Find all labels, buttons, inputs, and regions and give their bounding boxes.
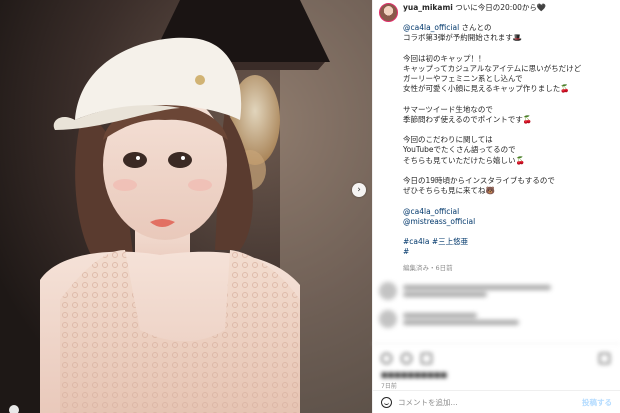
username[interactable]: yua_mikami bbox=[403, 3, 453, 12]
avatar[interactable] bbox=[379, 3, 398, 22]
action-bar bbox=[373, 343, 620, 372]
caption-scroller[interactable]: yua_mikami ついに今日の20:00から🖤 @ca4la_officia… bbox=[373, 0, 620, 391]
mention-link[interactable]: @mistreass_official bbox=[403, 217, 614, 227]
caption-line: YouTubeでたくさん語ってるので bbox=[403, 145, 516, 155]
add-comment-bar: 投稿する bbox=[373, 390, 620, 413]
post-photo: › bbox=[0, 0, 372, 413]
caption-line: そちらも見ていただけたら嬉しい🍒 bbox=[403, 155, 525, 165]
headline-text: ついに今日の20:00から🖤 bbox=[455, 3, 547, 12]
photo-image bbox=[0, 0, 372, 413]
caption-line: 女性が可愛く小顔に見えるキャップ作りました🍒 bbox=[403, 84, 570, 94]
caption-line: ぜひそちらも見に来てね🐻 bbox=[403, 186, 495, 196]
caption-line: サマーツイード生地なので bbox=[403, 104, 493, 114]
caption-line: キャップってカジュアルなアイテムに思いがちだけど bbox=[403, 63, 582, 73]
comment-avatar bbox=[379, 281, 397, 300]
caption-line: 今日の19時頃からインスタライブもするので bbox=[403, 175, 555, 185]
hashtag-extra[interactable]: # bbox=[403, 247, 614, 257]
post-sidebar: yua_mikami ついに今日の20:00から🖤 @ca4la_officia… bbox=[372, 0, 620, 413]
post-date: 7日前 bbox=[381, 383, 397, 390]
blurred-comment bbox=[379, 309, 614, 328]
caption-line: コラボ第3弾が予約開始されます🎩 bbox=[403, 33, 523, 43]
next-image-button[interactable]: › bbox=[352, 183, 366, 197]
blurred-comment bbox=[379, 281, 614, 300]
chevron-right-icon: › bbox=[357, 184, 361, 195]
likes-count[interactable]: ■■■■■■■■■■ bbox=[381, 371, 447, 379]
caption-line: 今回は初のキャップ！！ bbox=[403, 53, 486, 63]
like-icon[interactable] bbox=[381, 352, 392, 364]
headline: yua_mikami ついに今日の20:00から🖤 bbox=[403, 3, 546, 13]
mention-link[interactable]: @ca4la_official bbox=[403, 23, 459, 32]
comment-icon[interactable] bbox=[401, 352, 412, 364]
caption-line: ガーリーやフェミニン系とし込んで bbox=[403, 74, 523, 83]
caption-line: 季節問わず使えるのでポイントです🍒 bbox=[403, 114, 533, 124]
emoji-icon[interactable] bbox=[381, 396, 392, 408]
mention-link[interactable]: @ca4la_official bbox=[403, 207, 614, 217]
comment-avatar bbox=[379, 309, 397, 328]
caption: @ca4la_official さんとの コラボ第3弾が予約開始されます🎩 今回… bbox=[403, 23, 614, 258]
caption-line: さんとの bbox=[459, 23, 492, 32]
post-header: yua_mikami ついに今日の20:00から🖤 bbox=[379, 3, 614, 22]
hashtags[interactable]: #ca4la #三上悠亜 bbox=[403, 237, 614, 247]
comment-input[interactable] bbox=[398, 397, 576, 407]
post-meta: 編集済み・6日前 bbox=[403, 263, 453, 272]
user-tag-icon[interactable] bbox=[9, 405, 19, 413]
share-icon[interactable] bbox=[421, 352, 432, 364]
bookmark-icon[interactable] bbox=[599, 352, 610, 364]
caption-line: 今回のこだわりに関しては bbox=[403, 135, 493, 145]
post-comment-button[interactable]: 投稿する bbox=[582, 397, 612, 408]
